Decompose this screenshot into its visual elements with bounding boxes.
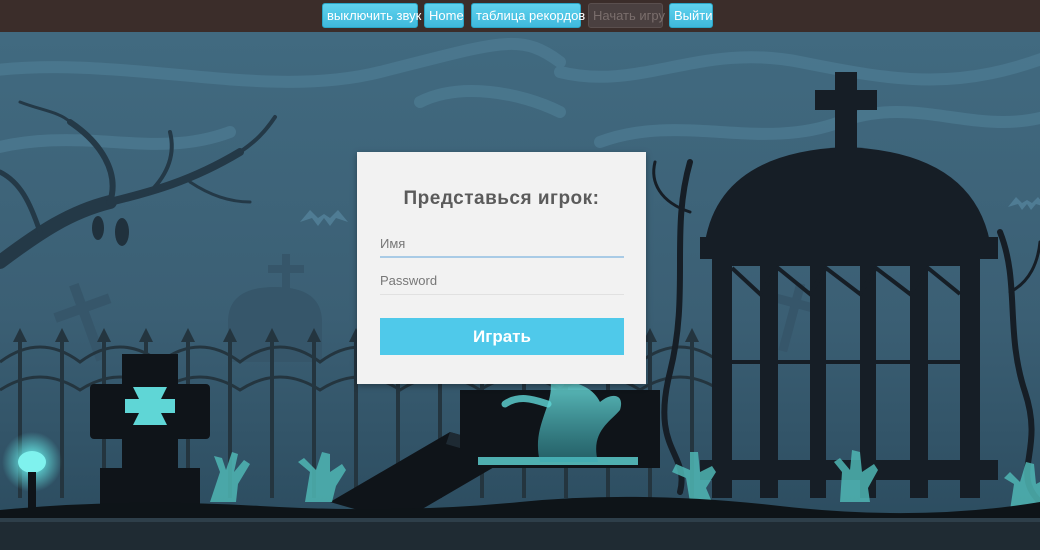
fence-post — [270, 338, 274, 498]
mute-sound-button[interactable]: выключить звук — [322, 3, 421, 28]
top-nav-bar: выключить звук Home таблица рекордов Нач… — [0, 0, 1040, 32]
password-input[interactable] — [380, 267, 624, 295]
start-game-button: Начать игру — [588, 3, 665, 28]
game-stage: выключить звук Home таблица рекордов Нач… — [0, 0, 1040, 550]
login-panel: Представься игрок: Играть — [357, 152, 646, 384]
fence-post — [60, 338, 64, 498]
home-button[interactable]: Home — [424, 3, 464, 28]
name-input[interactable] — [380, 230, 624, 258]
play-button[interactable]: Играть — [380, 318, 624, 355]
login-title: Представься игрок: — [403, 188, 600, 209]
leaderboard-button[interactable]: таблица рекордов — [471, 3, 585, 28]
logout-button[interactable]: Выйти — [669, 3, 713, 28]
